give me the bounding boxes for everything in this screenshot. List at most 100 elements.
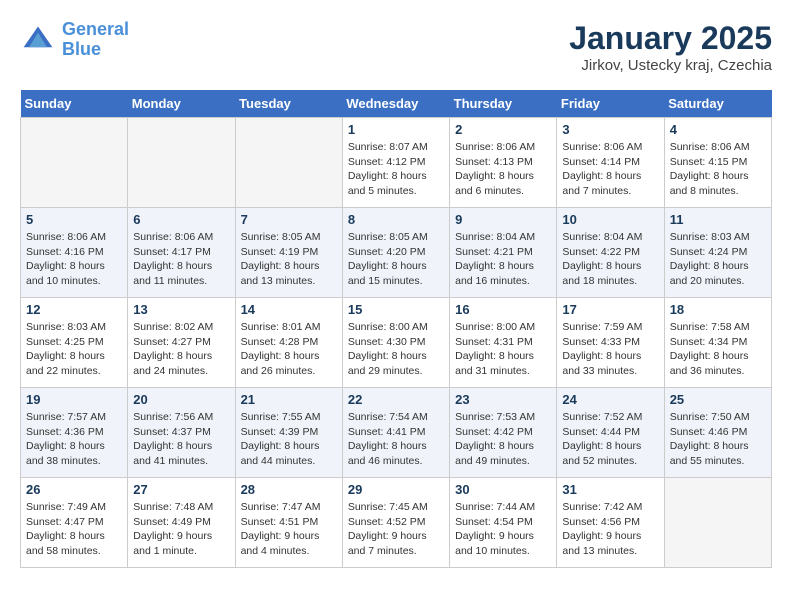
day-info: Sunrise: 7:44 AM Sunset: 4:54 PM Dayligh…	[455, 500, 551, 559]
day-number: 22	[348, 392, 444, 407]
day-info: Sunrise: 8:02 AM Sunset: 4:27 PM Dayligh…	[133, 320, 229, 379]
calendar-cell: 13 Sunrise: 8:02 AM Sunset: 4:27 PM Dayli…	[128, 298, 235, 388]
day-number: 29	[348, 482, 444, 497]
week-row-2: 5 Sunrise: 8:06 AM Sunset: 4:16 PM Daylig…	[21, 208, 772, 298]
day-number: 24	[562, 392, 658, 407]
day-info: Sunrise: 7:52 AM Sunset: 4:44 PM Dayligh…	[562, 410, 658, 469]
calendar-cell: 1Sunrise: 8:07 AM Sunset: 4:12 PM Daylig…	[342, 118, 449, 208]
location: Jirkov, Ustecky kraj, Czechia	[569, 57, 772, 74]
day-number: 30	[455, 482, 551, 497]
day-info: Sunrise: 7:49 AM Sunset: 4:47 PM Dayligh…	[26, 500, 122, 559]
calendar-cell: 20 Sunrise: 7:56 AM Sunset: 4:37 PM Dayli…	[128, 388, 235, 478]
day-info: Sunrise: 7:54 AM Sunset: 4:41 PM Dayligh…	[348, 410, 444, 469]
day-number: 19	[26, 392, 122, 407]
day-number: 26	[26, 482, 122, 497]
calendar-cell: 28 Sunrise: 7:47 AM Sunset: 4:51 PM Dayli…	[235, 478, 342, 568]
day-info: Sunrise: 7:59 AM Sunset: 4:33 PM Dayligh…	[562, 320, 658, 379]
calendar-cell: 2 Sunrise: 8:06 AM Sunset: 4:13 PM Daylig…	[450, 118, 557, 208]
day-number: 12	[26, 302, 122, 317]
day-number: 2	[455, 122, 551, 137]
day-info: Sunrise: 8:04 AM Sunset: 4:22 PM Dayligh…	[562, 230, 658, 289]
calendar-cell	[664, 478, 771, 568]
calendar-table: SundayMondayTuesdayWednesdayThursdayFrid…	[20, 90, 772, 568]
logo-text: General Blue	[62, 20, 129, 60]
day-number: 7	[241, 212, 337, 227]
day-number: 31	[562, 482, 658, 497]
calendar-header: SundayMondayTuesdayWednesdayThursdayFrid…	[21, 90, 772, 118]
day-info: Sunrise: 7:56 AM Sunset: 4:37 PM Dayligh…	[133, 410, 229, 469]
week-row-5: 26 Sunrise: 7:49 AM Sunset: 4:47 PM Dayli…	[21, 478, 772, 568]
weekday-sunday: Sunday	[21, 90, 128, 118]
day-number: 27	[133, 482, 229, 497]
day-info: Sunrise: 8:03 AM Sunset: 4:25 PM Dayligh…	[26, 320, 122, 379]
calendar-cell: 27 Sunrise: 7:48 AM Sunset: 4:49 PM Dayli…	[128, 478, 235, 568]
day-number: 13	[133, 302, 229, 317]
calendar-cell: 14Sunrise: 8:01 AM Sunset: 4:28 PM Dayli…	[235, 298, 342, 388]
day-info: Sunrise: 7:42 AM Sunset: 4:56 PM Dayligh…	[562, 500, 658, 559]
weekday-header-row: SundayMondayTuesdayWednesdayThursdayFrid…	[21, 90, 772, 118]
day-number: 23	[455, 392, 551, 407]
weekday-wednesday: Wednesday	[342, 90, 449, 118]
calendar-cell: 19 Sunrise: 7:57 AM Sunset: 4:36 PM Dayli…	[21, 388, 128, 478]
weekday-tuesday: Tuesday	[235, 90, 342, 118]
week-row-1: 1Sunrise: 8:07 AM Sunset: 4:12 PM Daylig…	[21, 118, 772, 208]
day-info: Sunrise: 7:45 AM Sunset: 4:52 PM Dayligh…	[348, 500, 444, 559]
calendar-cell: 17Sunrise: 7:59 AM Sunset: 4:33 PM Dayli…	[557, 298, 664, 388]
logo-icon	[20, 22, 56, 58]
day-number: 4	[670, 122, 766, 137]
calendar-cell: 5 Sunrise: 8:06 AM Sunset: 4:16 PM Daylig…	[21, 208, 128, 298]
day-info: Sunrise: 8:04 AM Sunset: 4:21 PM Dayligh…	[455, 230, 551, 289]
day-number: 28	[241, 482, 337, 497]
weekday-thursday: Thursday	[450, 90, 557, 118]
day-info: Sunrise: 8:01 AM Sunset: 4:28 PM Dayligh…	[241, 320, 337, 379]
day-number: 5	[26, 212, 122, 227]
day-number: 1	[348, 122, 444, 137]
day-info: Sunrise: 8:06 AM Sunset: 4:15 PM Dayligh…	[670, 140, 766, 199]
calendar-cell	[235, 118, 342, 208]
week-row-3: 12 Sunrise: 8:03 AM Sunset: 4:25 PM Dayli…	[21, 298, 772, 388]
calendar-cell: 4 Sunrise: 8:06 AM Sunset: 4:15 PM Daylig…	[664, 118, 771, 208]
day-info: Sunrise: 7:48 AM Sunset: 4:49 PM Dayligh…	[133, 500, 229, 559]
day-info: Sunrise: 8:00 AM Sunset: 4:30 PM Dayligh…	[348, 320, 444, 379]
day-number: 8	[348, 212, 444, 227]
day-info: Sunrise: 8:06 AM Sunset: 4:13 PM Dayligh…	[455, 140, 551, 199]
day-number: 10	[562, 212, 658, 227]
calendar-cell: 6Sunrise: 8:06 AM Sunset: 4:17 PM Daylig…	[128, 208, 235, 298]
title-block: January 2025 Jirkov, Ustecky kraj, Czech…	[569, 20, 772, 74]
calendar-cell	[128, 118, 235, 208]
calendar-cell: 9Sunrise: 8:04 AM Sunset: 4:21 PM Daylig…	[450, 208, 557, 298]
day-number: 3	[562, 122, 658, 137]
calendar-cell: 24 Sunrise: 7:52 AM Sunset: 4:44 PM Dayli…	[557, 388, 664, 478]
logo: General Blue	[20, 20, 129, 60]
day-info: Sunrise: 8:06 AM Sunset: 4:16 PM Dayligh…	[26, 230, 122, 289]
day-info: Sunrise: 7:55 AM Sunset: 4:39 PM Dayligh…	[241, 410, 337, 469]
day-number: 15	[348, 302, 444, 317]
day-info: Sunrise: 7:58 AM Sunset: 4:34 PM Dayligh…	[670, 320, 766, 379]
logo-line2: Blue	[62, 39, 101, 59]
day-info: Sunrise: 7:53 AM Sunset: 4:42 PM Dayligh…	[455, 410, 551, 469]
calendar-cell: 8 Sunrise: 8:05 AM Sunset: 4:20 PM Daylig…	[342, 208, 449, 298]
calendar-cell: 11Sunrise: 8:03 AM Sunset: 4:24 PM Dayli…	[664, 208, 771, 298]
day-info: Sunrise: 8:05 AM Sunset: 4:20 PM Dayligh…	[348, 230, 444, 289]
day-info: Sunrise: 7:47 AM Sunset: 4:51 PM Dayligh…	[241, 500, 337, 559]
day-number: 21	[241, 392, 337, 407]
calendar-cell: 10 Sunrise: 8:04 AM Sunset: 4:22 PM Dayli…	[557, 208, 664, 298]
calendar-cell: 26 Sunrise: 7:49 AM Sunset: 4:47 PM Dayli…	[21, 478, 128, 568]
calendar-cell: 29 Sunrise: 7:45 AM Sunset: 4:52 PM Dayli…	[342, 478, 449, 568]
calendar-cell: 3Sunrise: 8:06 AM Sunset: 4:14 PM Daylig…	[557, 118, 664, 208]
day-number: 6	[133, 212, 229, 227]
calendar-cell: 30 Sunrise: 7:44 AM Sunset: 4:54 PM Dayli…	[450, 478, 557, 568]
calendar-cell	[21, 118, 128, 208]
day-number: 16	[455, 302, 551, 317]
day-info: Sunrise: 7:57 AM Sunset: 4:36 PM Dayligh…	[26, 410, 122, 469]
day-number: 18	[670, 302, 766, 317]
day-number: 20	[133, 392, 229, 407]
calendar-cell: 31 Sunrise: 7:42 AM Sunset: 4:56 PM Dayli…	[557, 478, 664, 568]
page-header: General Blue January 2025 Jirkov, Usteck…	[20, 20, 772, 74]
day-info: Sunrise: 7:50 AM Sunset: 4:46 PM Dayligh…	[670, 410, 766, 469]
weekday-friday: Friday	[557, 90, 664, 118]
day-number: 25	[670, 392, 766, 407]
calendar-cell: 15 Sunrise: 8:00 AM Sunset: 4:30 PM Dayli…	[342, 298, 449, 388]
week-row-4: 19 Sunrise: 7:57 AM Sunset: 4:36 PM Dayli…	[21, 388, 772, 478]
calendar-cell: 21 Sunrise: 7:55 AM Sunset: 4:39 PM Dayli…	[235, 388, 342, 478]
